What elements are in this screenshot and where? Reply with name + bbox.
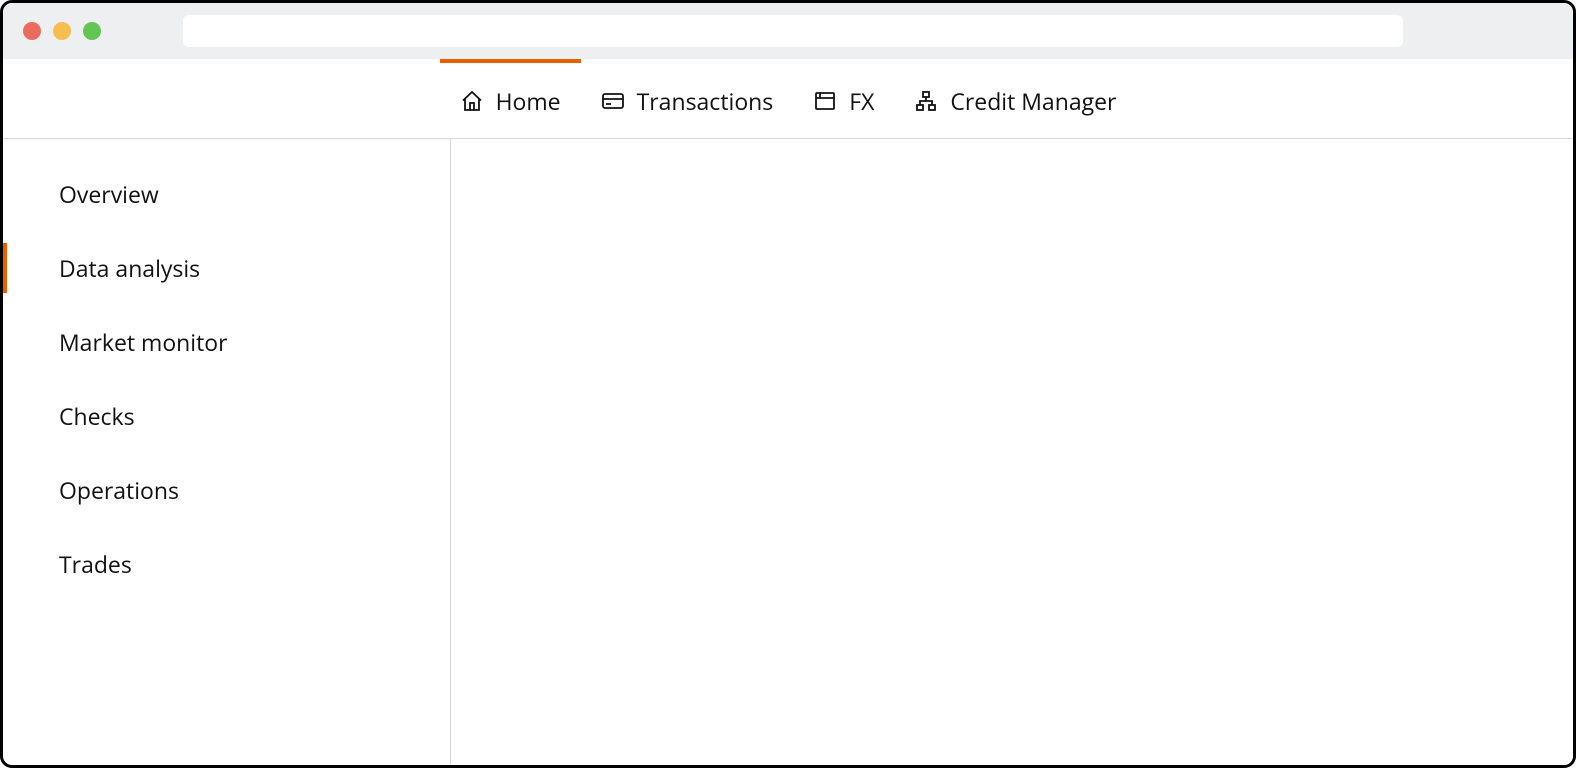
window-close-button[interactable]	[23, 22, 41, 40]
card-icon	[601, 89, 625, 113]
home-icon	[460, 89, 484, 113]
sidebar-item-label: Checks	[59, 400, 135, 432]
sidebar-item-market-monitor[interactable]: Market monitor	[3, 305, 450, 379]
nav-credit-manager[interactable]: Credit Manager	[894, 59, 1136, 138]
sidebar-item-label: Data analysis	[59, 252, 200, 284]
sidebar-item-trades[interactable]: Trades	[3, 527, 450, 601]
nav-label: Home	[496, 85, 561, 117]
sidebar-item-data-analysis[interactable]: Data analysis	[3, 231, 450, 305]
sidebar-item-checks[interactable]: Checks	[3, 379, 450, 453]
window-maximize-button[interactable]	[83, 22, 101, 40]
nav-label: Credit Manager	[950, 85, 1116, 117]
org-icon	[914, 89, 938, 113]
window-titlebar	[3, 3, 1573, 59]
sidebar-item-label: Trades	[59, 548, 132, 580]
nav-label: FX	[849, 85, 874, 117]
sidebar-item-operations[interactable]: Operations	[3, 453, 450, 527]
window-minimize-button[interactable]	[53, 22, 71, 40]
sidebar-item-label: Operations	[59, 474, 179, 506]
sidebar-item-label: Overview	[59, 178, 159, 210]
sidebar-item-label: Market monitor	[59, 326, 228, 358]
sidebar-item-overview[interactable]: Overview	[3, 157, 450, 231]
sidebar: Overview Data analysis Market monitor Ch…	[3, 139, 451, 765]
content-area	[451, 139, 1573, 765]
nav-home[interactable]: Home	[440, 59, 581, 138]
nav-transactions[interactable]: Transactions	[581, 59, 794, 138]
app-window: Home Transactions FX Credit Manager Over…	[0, 0, 1576, 768]
window-controls	[23, 22, 101, 40]
address-bar[interactable]	[183, 15, 1403, 47]
body-area: Overview Data analysis Market monitor Ch…	[3, 139, 1573, 765]
top-nav: Home Transactions FX Credit Manager	[3, 59, 1573, 139]
window-icon	[813, 89, 837, 113]
nav-fx[interactable]: FX	[793, 59, 894, 138]
nav-label: Transactions	[637, 85, 774, 117]
